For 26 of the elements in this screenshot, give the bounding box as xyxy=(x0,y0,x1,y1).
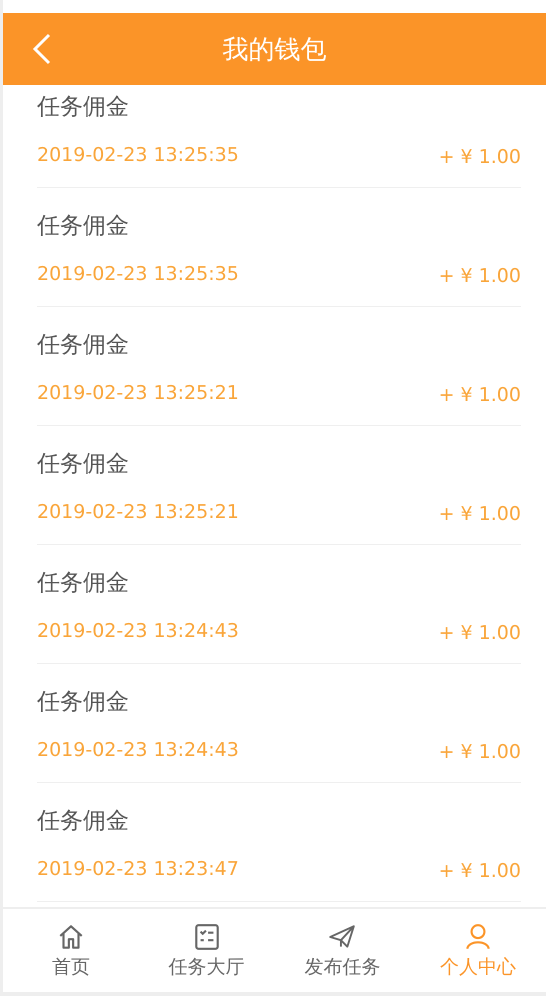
record-time: 2019-02-23 13:25:21 xyxy=(37,382,239,404)
tab-bar-item[interactable]: 首页 xyxy=(3,909,139,992)
back-icon[interactable] xyxy=(31,33,53,65)
record-title: 任务佣金 xyxy=(37,807,130,835)
record-time: 2019-02-23 13:24:43 xyxy=(37,620,239,642)
record-amount: + ¥ 1.00 xyxy=(438,146,521,168)
record-title: 任务佣金 xyxy=(37,212,130,240)
page-title: 我的钱包 xyxy=(222,34,326,66)
record-time: 2019-02-23 13:25:21 xyxy=(37,501,239,523)
record-amount: + ¥ 1.00 xyxy=(438,622,521,644)
record-title: 任务佣金 xyxy=(37,93,130,121)
record-title: 任务佣金 xyxy=(37,688,130,716)
tab-bar-item[interactable]: 任务大厅 xyxy=(138,909,274,992)
record-time: 2019-02-23 13:23:47 xyxy=(37,858,239,880)
record-title: 任务佣金 xyxy=(37,331,130,359)
record-title: 任务佣金 xyxy=(37,569,130,597)
record-time: 2019-02-23 13:25:35 xyxy=(37,144,239,166)
tab-bar-item[interactable]: 发布任务 xyxy=(274,909,410,992)
record-time: 2019-02-23 13:24:43 xyxy=(37,739,239,761)
record-amount: + ¥ 1.00 xyxy=(438,741,521,763)
record-amount: + ¥ 1.00 xyxy=(438,384,521,406)
record-amount: + ¥ 1.00 xyxy=(438,265,521,287)
record-amount: + ¥ 1.00 xyxy=(438,860,521,882)
record-title: 任务佣金 xyxy=(37,450,130,478)
record-amount: + ¥ 1.00 xyxy=(438,503,521,525)
record-time: 2019-02-23 13:25:35 xyxy=(37,263,239,285)
